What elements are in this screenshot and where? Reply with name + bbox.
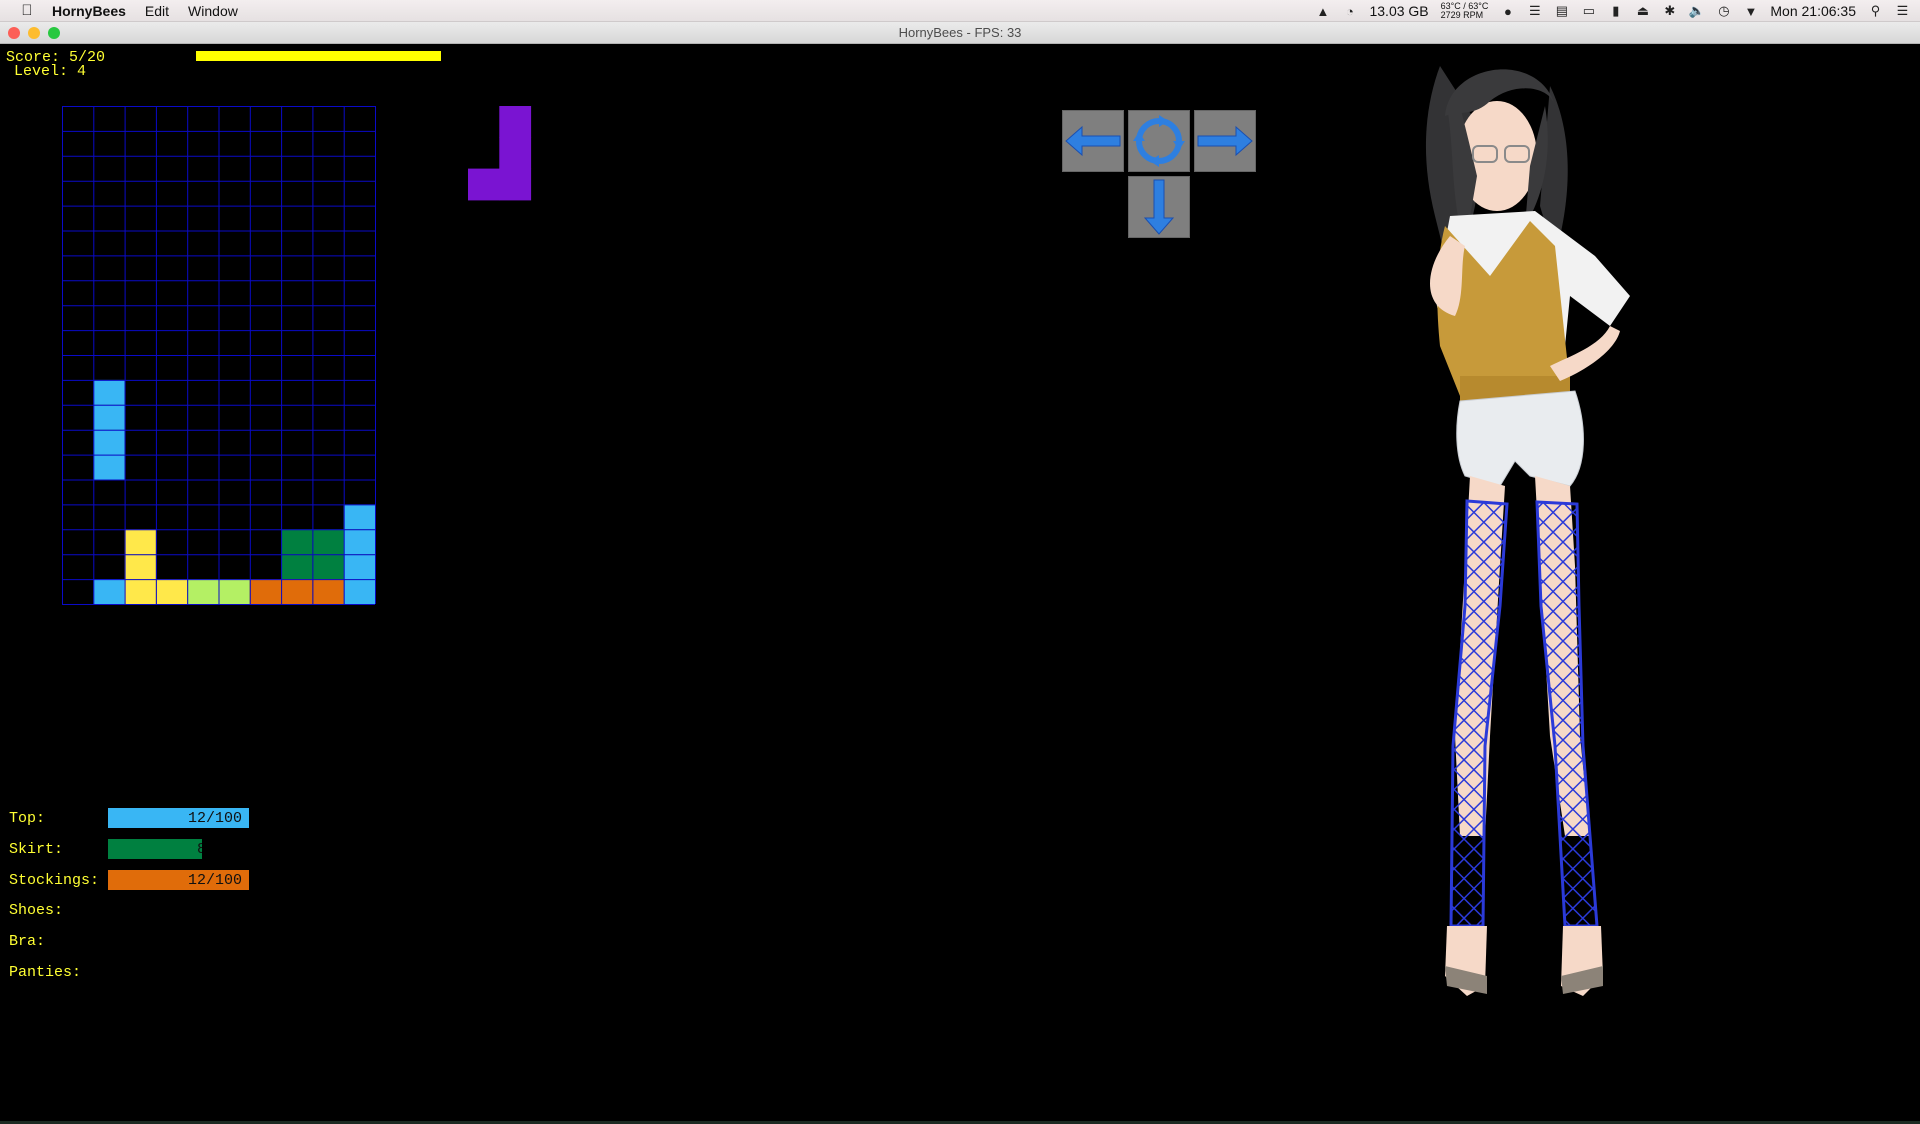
board-block — [218, 579, 250, 604]
menu-edit[interactable]: Edit — [145, 3, 169, 19]
status-label: Top: — [9, 810, 46, 827]
board-block — [187, 579, 219, 604]
left-arrow-icon — [1065, 125, 1121, 157]
status-label: Bra: — [9, 933, 46, 951]
board-block — [343, 554, 375, 580]
next-piece-block — [499, 168, 532, 201]
memory-readout[interactable]: 13.03 GB — [1369, 3, 1428, 19]
next-piece-block — [499, 137, 532, 170]
memory-gauge-icon[interactable]: ◔ — [1342, 4, 1357, 19]
status-label: Stockings: — [9, 871, 100, 889]
apple-icon[interactable]:  — [18, 2, 36, 20]
sensor-readout[interactable]: 63°C / 63°C 2729 RPM — [1441, 2, 1489, 20]
airplay-icon[interactable]: ▭ — [1581, 3, 1596, 19]
eject-icon[interactable]: ⏏ — [1635, 3, 1650, 19]
board-block — [155, 579, 188, 604]
status-label: Skirt: — [9, 840, 64, 858]
menu-app-name[interactable]: HornyBees — [52, 3, 126, 19]
next-piece-preview — [468, 106, 532, 201]
status-value: 12/100 — [187, 871, 242, 889]
status-value: 8/100 — [196, 840, 203, 858]
game-canvas[interactable]: Score: 5/20 Level: 4 Top: 12/100 Skirt: … — [0, 44, 1920, 1124]
touch-controls — [1062, 110, 1262, 240]
menu-window[interactable]: Window — [188, 3, 238, 19]
score-progress-bar — [196, 51, 441, 61]
down-arrow-icon — [1143, 179, 1175, 235]
time-machine-icon[interactable]: ◷ — [1716, 3, 1731, 19]
window-title: HornyBees - FPS: 33 — [898, 25, 1022, 40]
board-block — [93, 579, 125, 604]
status-value: 12/100 — [187, 810, 242, 827]
board-block — [124, 529, 156, 555]
notification-center-icon[interactable]: ☰ — [1895, 3, 1910, 19]
search-icon[interactable]: ⚲ — [1868, 3, 1883, 19]
next-piece-block — [468, 168, 500, 201]
board-block — [343, 579, 375, 604]
fan-readout: 2729 RPM — [1440, 10, 1484, 20]
tetris-board[interactable] — [62, 106, 377, 606]
board-block — [281, 529, 313, 555]
clipboard-icon[interactable]: ▤ — [1554, 3, 1569, 19]
volume-icon[interactable]: 🔈 — [1689, 3, 1705, 19]
move-right-button[interactable] — [1194, 110, 1256, 172]
menu-extras: ▲ ◔ 13.03 GB 63°C / 63°C 2729 RPM ● ☰ ▤ … — [1315, 0, 1910, 22]
board-block — [343, 504, 375, 530]
window-title-bar[interactable]: HornyBees - FPS: 33 — [0, 22, 1920, 44]
rotate-icon — [1133, 115, 1185, 167]
bluetooth-icon[interactable]: ✱ — [1662, 3, 1677, 19]
wifi-icon[interactable]: ▼ — [1743, 4, 1758, 19]
board-block — [249, 579, 282, 604]
list-icon[interactable]: ☰ — [1527, 3, 1542, 19]
board-block — [93, 404, 125, 430]
board-block — [93, 379, 125, 405]
status-bar: 8/100 — [108, 838, 203, 859]
board-block — [312, 579, 344, 604]
board-block — [124, 579, 156, 604]
board-block — [312, 529, 344, 555]
board-block — [281, 554, 313, 580]
board-block — [93, 454, 125, 480]
battery-icon[interactable]: ▮ — [1608, 3, 1623, 19]
status-bar: 12/100 — [108, 869, 249, 890]
m-badge-icon[interactable]: ● — [1500, 4, 1515, 19]
board-block — [343, 529, 375, 555]
level-text: Level: 4 — [14, 63, 87, 80]
drop-down-button[interactable] — [1128, 176, 1190, 238]
malwarebytes-icon[interactable]: ▲ — [1315, 4, 1330, 19]
status-label: Panties: — [9, 964, 82, 981]
board-block — [281, 579, 313, 604]
anime-girl-character — [1425, 66, 1630, 996]
menu-bar:  HornyBees Edit Window ▲ ◔ 13.03 GB 63°… — [0, 0, 1920, 22]
status-label: Shoes: — [9, 902, 64, 920]
board-block — [124, 554, 156, 580]
rotate-button[interactable] — [1128, 110, 1190, 172]
move-left-button[interactable] — [1062, 110, 1124, 172]
right-arrow-icon — [1197, 125, 1253, 157]
clock[interactable]: Mon 21:06:35 — [1770, 3, 1856, 19]
next-piece-block — [499, 106, 532, 138]
board-block — [312, 554, 344, 580]
board-block — [93, 429, 125, 455]
status-bar: 12/100 — [108, 808, 249, 828]
